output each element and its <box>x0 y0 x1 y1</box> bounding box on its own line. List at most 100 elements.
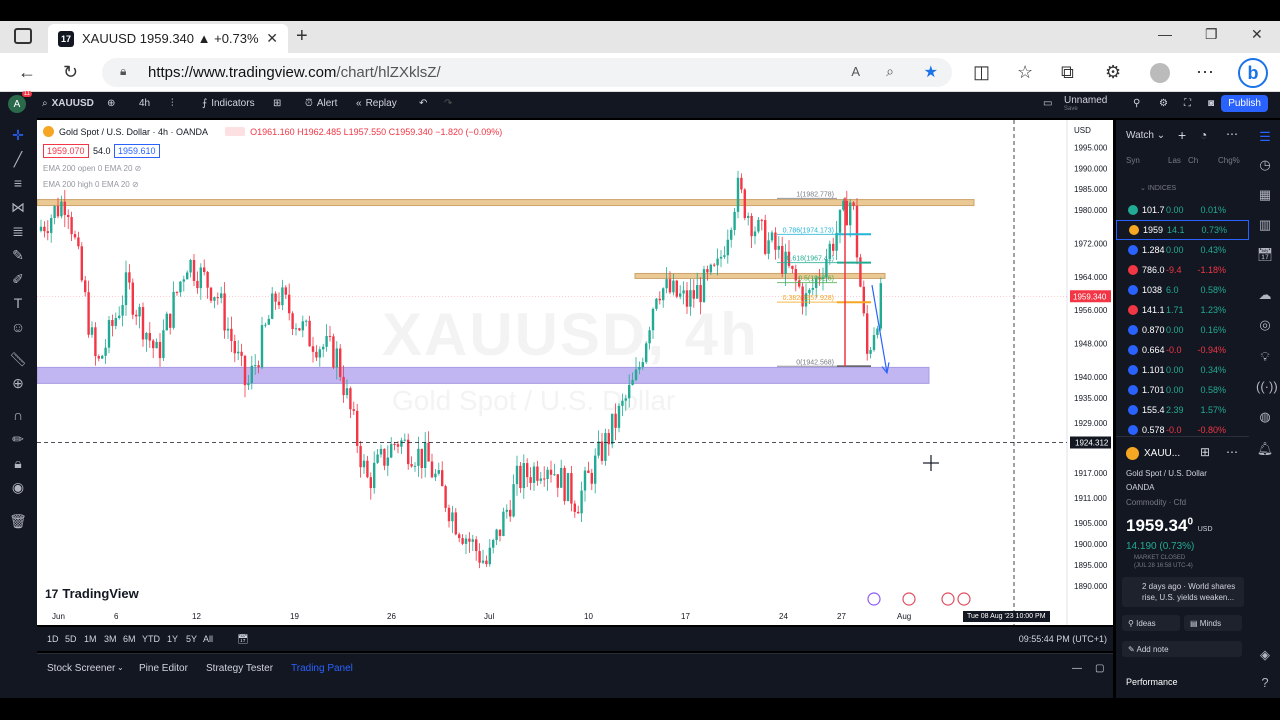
back-icon[interactable]: ← <box>18 62 36 83</box>
watchlist-column-header[interactable]: Syn <box>1126 156 1140 165</box>
redo-icon[interactable]: ↷ <box>444 98 452 109</box>
help-icon[interactable]: ? <box>1256 674 1274 692</box>
date-range-icon[interactable]: 📅︎ <box>237 634 248 645</box>
minimize-icon[interactable]: — <box>1158 26 1172 42</box>
collections-icon[interactable]: ⧉ <box>1061 62 1074 83</box>
watchlist-row[interactable]: 155.4 2.39 1.57% <box>1116 400 1249 420</box>
split-screen-icon[interactable]: ◫ <box>973 62 990 83</box>
news-headline[interactable]: 2 days ago · World shares rise, U.S. yie… <box>1122 577 1244 607</box>
bing-icon[interactable]: b <box>1238 58 1268 88</box>
alert-button[interactable]: ⏰︎ Alert <box>305 98 337 109</box>
details-more-icon[interactable]: ⋯ <box>1226 445 1238 459</box>
emoji-icon[interactable]: ☺ <box>9 318 27 336</box>
maximize-panel-icon[interactable]: ▢ <box>1095 663 1104 674</box>
more-menu-icon[interactable]: ⋯ <box>1196 62 1214 83</box>
new-tab-icon[interactable]: + <box>296 25 308 48</box>
add-symbol-icon[interactable]: + <box>1178 127 1186 143</box>
broadcast-icon[interactable]: ((·)) <box>1256 378 1278 396</box>
favorite-star-icon[interactable]: ★ <box>924 62 938 82</box>
watchlist-row[interactable]: 1.701 0.00 0.58% <box>1116 380 1249 400</box>
add-note-button[interactable]: ✎ Add note <box>1122 641 1242 657</box>
undo-icon[interactable]: ↶ <box>419 98 427 109</box>
fib-tool-icon[interactable]: ≣ <box>9 222 27 240</box>
alerts-clock-icon[interactable]: ◷ <box>1256 156 1274 174</box>
lightbulb-icon[interactable]: 💡︎ <box>1256 348 1274 366</box>
layout-icon[interactable]: ▭ <box>1043 98 1052 109</box>
tab-trading-panel[interactable]: Trading Panel <box>291 663 353 674</box>
watchlist-row[interactable]: 101.7 0.00 0.01% <box>1116 200 1249 220</box>
chevron-down-icon[interactable]: ⌄ <box>117 663 124 672</box>
ideas-button[interactable]: ⚲ Ideas <box>1122 615 1180 631</box>
range-button-5d[interactable]: 5D <box>65 634 77 644</box>
avatar[interactable]: A 11 <box>8 91 32 113</box>
tab-strategy-tester[interactable]: Strategy Tester <box>206 663 273 674</box>
browser-tab-active[interactable]: 17 XAUUSD 1959.340 ▲ +0.73% Un ✕ <box>48 24 288 53</box>
trash-icon[interactable]: 🗑︎ <box>9 512 27 530</box>
hidden-eye-icon[interactable]: ⊘ <box>132 180 139 189</box>
range-button-all[interactable]: All <box>203 634 213 644</box>
range-button-1m[interactable]: 1M <box>84 634 97 644</box>
favorites-icon[interactable]: ☆ <box>1017 62 1033 83</box>
tab-pine-editor[interactable]: Pine Editor <box>139 663 188 674</box>
hotlist-icon[interactable]: ▥ <box>1256 216 1274 234</box>
tab-actions-icon[interactable] <box>14 28 32 44</box>
snapshot-camera-icon[interactable]: ◙ <box>1208 98 1214 109</box>
crosshair-icon[interactable]: ✛ <box>9 126 27 144</box>
ideas-stream-icon[interactable]: ◎ <box>1256 316 1274 334</box>
restore-icon[interactable]: ❐ <box>1205 26 1218 43</box>
notifications-bell-icon[interactable]: 🔔︎ <box>1256 440 1274 458</box>
hidden-eye-icon[interactable]: ⊘ <box>135 164 142 173</box>
currency-label[interactable]: USD <box>1074 126 1091 135</box>
watchlist-row[interactable]: 786.0 -9.4 -1.18% <box>1116 260 1249 280</box>
range-button-3m[interactable]: 3M <box>104 634 117 644</box>
details-layout-icon[interactable]: ⊞ <box>1200 445 1210 459</box>
horizontal-lines-icon[interactable]: ≡ <box>9 174 27 192</box>
interval-selector[interactable]: 4h <box>139 98 150 109</box>
trend-line-icon[interactable]: ╱ <box>9 150 27 168</box>
text-tool-icon[interactable]: T <box>9 294 27 312</box>
minds-button[interactable]: ▤ Minds <box>1184 615 1242 631</box>
zoom-icon[interactable]: ⌕ <box>886 63 894 80</box>
templates-icon[interactable]: ⊞ <box>273 98 281 109</box>
watchlist-column-header[interactable]: Las <box>1168 156 1181 165</box>
chat-icon[interactable]: ☁ <box>1256 286 1274 304</box>
minimize-panel-icon[interactable]: — <box>1072 663 1082 674</box>
replay-button[interactable]: «Replay <box>356 98 397 109</box>
pattern-icon[interactable]: ⋈ <box>9 198 27 216</box>
range-button-ytd[interactable]: YTD <box>142 634 160 644</box>
watchlist-row[interactable]: 0.870 0.00 0.16% <box>1116 320 1249 340</box>
quick-search-icon[interactable]: ⚲ <box>1133 98 1140 109</box>
time-axis[interactable]: Jun 6 12 19 26 Jul 10 17 24 27 Aug Tue 08 Aug '23 1… <box>37 609 1113 625</box>
range-button-5y[interactable]: 5Y <box>186 634 197 644</box>
legend-actions-icon[interactable] <box>225 127 246 136</box>
calendar-icon[interactable]: 📅︎ <box>1256 246 1274 264</box>
ruler-icon[interactable]: 📏︎ <box>9 350 27 368</box>
watchlist-column-header[interactable]: Ch <box>1188 156 1198 165</box>
watchlist-row[interactable]: 1.284 0.00 0.43% <box>1116 240 1249 260</box>
lock-drawings-icon[interactable]: 🔒︎ <box>9 454 27 472</box>
fullscreen-icon[interactable]: ⛶ <box>1184 98 1191 109</box>
brush-icon[interactable]: ✎ <box>9 246 27 264</box>
chart-pane[interactable]: XAUUSD, 4h Gold Spot / U.S. Dollar 1(198… <box>37 120 1113 625</box>
range-button-1d[interactable]: 1D <box>47 634 59 644</box>
watchlist-row[interactable]: 141.1 1.71 1.23% <box>1116 300 1249 320</box>
watchlist-row[interactable]: 0.664 -0.0 -0.94% <box>1116 340 1249 360</box>
ema-legend-1[interactable]: EMA 200 open 0 EMA 20 ⊘ <box>43 164 141 173</box>
chart-type-icon[interactable]: ⫶ <box>171 98 174 109</box>
zoom-in-icon[interactable]: ⊕ <box>9 374 27 392</box>
layout-name[interactable]: Unnamed Save <box>1064 95 1107 112</box>
settings-gear-icon[interactable]: ⚙ <box>1159 98 1168 109</box>
watchlist-icon[interactable]: ☰ <box>1256 128 1274 146</box>
clock-label[interactable]: 09:55:44 PM (UTC+1) <box>1019 634 1107 644</box>
streams-icon[interactable]: ◍ <box>1256 408 1274 426</box>
layers-icon[interactable]: ◈ <box>1256 646 1274 664</box>
close-tab-icon[interactable]: ✕ <box>266 30 278 47</box>
publish-button[interactable]: Publish <box>1221 95 1268 112</box>
magnet-icon[interactable]: ∩ <box>9 406 27 424</box>
ema-legend-2[interactable]: EMA 200 high 0 EMA 20 ⊘ <box>43 180 139 189</box>
url-field[interactable]: 🔒︎ https://www.tradingview.com/chart/hlZ… <box>102 58 952 87</box>
watchlist-title[interactable]: Watch ⌄ <box>1126 130 1165 141</box>
compare-symbol-icon[interactable]: ⊕ <box>107 98 115 109</box>
watchlist-row[interactable]: 1.101 0.00 0.34% <box>1116 360 1249 380</box>
indices-section[interactable]: ⌄ INDICES <box>1140 184 1176 192</box>
